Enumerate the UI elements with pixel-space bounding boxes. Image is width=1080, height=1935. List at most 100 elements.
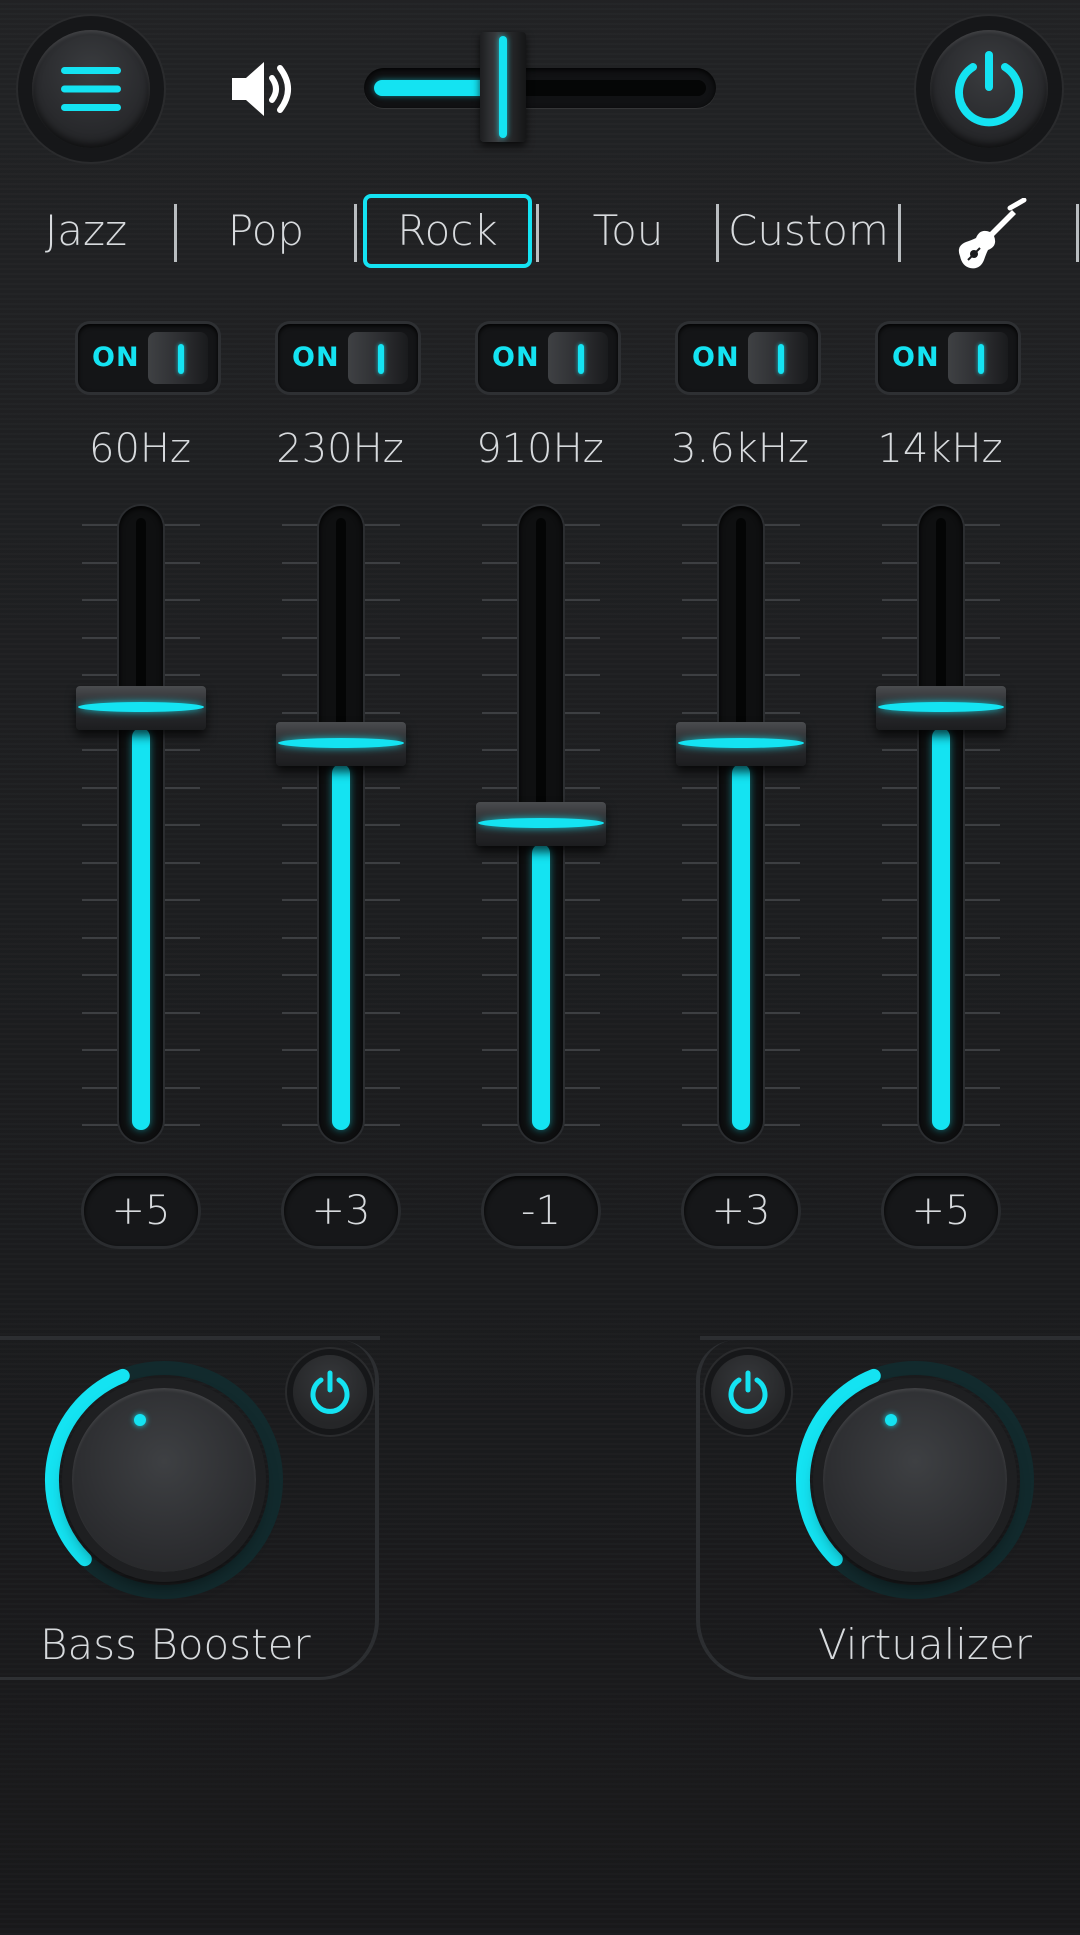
scale-tick xyxy=(764,861,800,864)
scale-tick xyxy=(682,974,718,976)
scale-tick xyxy=(882,786,918,789)
band-value: +3 xyxy=(284,1176,398,1246)
power-button[interactable] xyxy=(930,30,1048,148)
scale-tick xyxy=(682,786,718,789)
scale-tick xyxy=(564,561,600,564)
scale-tick xyxy=(82,599,118,601)
band-toggle[interactable]: ON xyxy=(678,324,818,392)
scale-tick xyxy=(882,599,918,601)
scale-tick xyxy=(164,974,200,976)
band-toggle[interactable]: ON xyxy=(78,324,218,392)
band-toggle[interactable]: ON xyxy=(878,324,1018,392)
scale-tick xyxy=(682,861,718,864)
scale-tick xyxy=(564,749,600,751)
scale-tick xyxy=(882,861,918,864)
scale-tick xyxy=(364,636,400,639)
scale-tick xyxy=(164,636,200,639)
scale-tick xyxy=(764,1124,800,1126)
scale-tick xyxy=(482,749,518,751)
band-toggle-knob xyxy=(148,332,208,384)
scale-tick xyxy=(164,1049,200,1051)
scale-tick xyxy=(82,936,118,939)
scale-tick xyxy=(282,824,318,826)
scale-tick xyxy=(564,1086,600,1089)
preset-divider xyxy=(174,204,177,262)
guitar-icon[interactable] xyxy=(950,198,1030,278)
volume-slider-thumb[interactable] xyxy=(480,32,527,142)
scale-tick xyxy=(282,524,318,526)
speaker-volume-icon[interactable] xyxy=(228,58,298,120)
preset-tab-pop[interactable]: Pop xyxy=(206,194,326,268)
scale-tick xyxy=(682,1086,718,1089)
scale-tick xyxy=(164,1086,200,1089)
preset-divider xyxy=(898,204,901,262)
scale-tick xyxy=(82,674,118,676)
scale-tick xyxy=(364,824,400,826)
scale-tick xyxy=(364,674,400,676)
scale-tick xyxy=(364,1049,400,1051)
scale-tick xyxy=(482,1086,518,1089)
bass-booster-power-button[interactable] xyxy=(293,1355,367,1429)
scale-tick xyxy=(364,786,400,789)
scale-tick xyxy=(882,1011,918,1014)
band-slider-thumb[interactable] xyxy=(476,802,606,846)
scale-tick xyxy=(764,899,800,901)
preset-tab-tou[interactable]: Tou xyxy=(572,194,684,268)
preset-tab-jazz[interactable]: Jazz xyxy=(28,194,144,268)
scale-tick xyxy=(82,1049,118,1051)
bass-booster-knob[interactable] xyxy=(44,1360,284,1600)
scale-tick xyxy=(682,711,718,714)
scale-tick xyxy=(964,936,1000,939)
scale-tick xyxy=(564,861,600,864)
band-slider-thumb[interactable] xyxy=(76,685,206,730)
scale-tick xyxy=(364,936,400,939)
scale-tick xyxy=(964,974,1000,976)
band-slider-thumb[interactable] xyxy=(276,722,406,767)
bass-booster-label: Bass Booster xyxy=(40,1620,311,1669)
scale-tick xyxy=(764,674,800,676)
scale-tick xyxy=(364,1011,400,1014)
band-value: -1 xyxy=(484,1176,598,1246)
scale-tick xyxy=(482,524,518,526)
band-slider-track[interactable] xyxy=(719,506,763,1142)
band-toggle[interactable]: ON xyxy=(278,324,418,392)
band-frequency-label: 3.6kHz xyxy=(671,426,809,472)
band-slider-track[interactable] xyxy=(119,506,163,1142)
band-slider-track[interactable] xyxy=(319,506,363,1142)
band-slider-track[interactable] xyxy=(919,506,963,1142)
virtualizer-power-button[interactable] xyxy=(711,1355,785,1429)
scale-tick xyxy=(282,636,318,639)
scale-tick xyxy=(964,1086,1000,1089)
scale-tick xyxy=(564,1011,600,1014)
scale-tick xyxy=(964,824,1000,826)
scale-tick xyxy=(82,1086,118,1089)
scale-tick xyxy=(764,974,800,976)
volume-slider[interactable] xyxy=(364,68,716,108)
preset-tab-custom[interactable]: Custom xyxy=(728,194,889,268)
scale-tick xyxy=(682,561,718,564)
scale-tick xyxy=(164,936,200,939)
scale-tick xyxy=(682,524,718,526)
scale-tick xyxy=(482,1011,518,1014)
scale-tick xyxy=(764,936,800,939)
scale-tick xyxy=(482,636,518,639)
scale-tick xyxy=(764,1011,800,1014)
menu-button[interactable] xyxy=(32,30,150,148)
scale-tick xyxy=(282,936,318,939)
band-slider-thumb[interactable] xyxy=(876,685,1006,730)
band-slider-thumb[interactable] xyxy=(676,722,806,767)
scale-tick xyxy=(882,824,918,826)
scale-tick xyxy=(364,524,400,526)
virtualizer-knob[interactable] xyxy=(795,1360,1035,1600)
scale-tick xyxy=(682,899,718,901)
scale-tick xyxy=(482,1049,518,1051)
hamburger-menu-icon xyxy=(61,67,121,111)
band-toggle-label: ON xyxy=(492,342,540,373)
preset-tab-rock[interactable]: Rock xyxy=(363,194,532,268)
band-frequency-label: 14kHz xyxy=(877,426,1003,472)
scale-tick xyxy=(164,524,200,526)
band-toggle[interactable]: ON xyxy=(478,324,618,392)
band-frequency-label: 230Hz xyxy=(276,426,404,472)
scale-tick xyxy=(882,636,918,639)
scale-tick xyxy=(282,1049,318,1051)
